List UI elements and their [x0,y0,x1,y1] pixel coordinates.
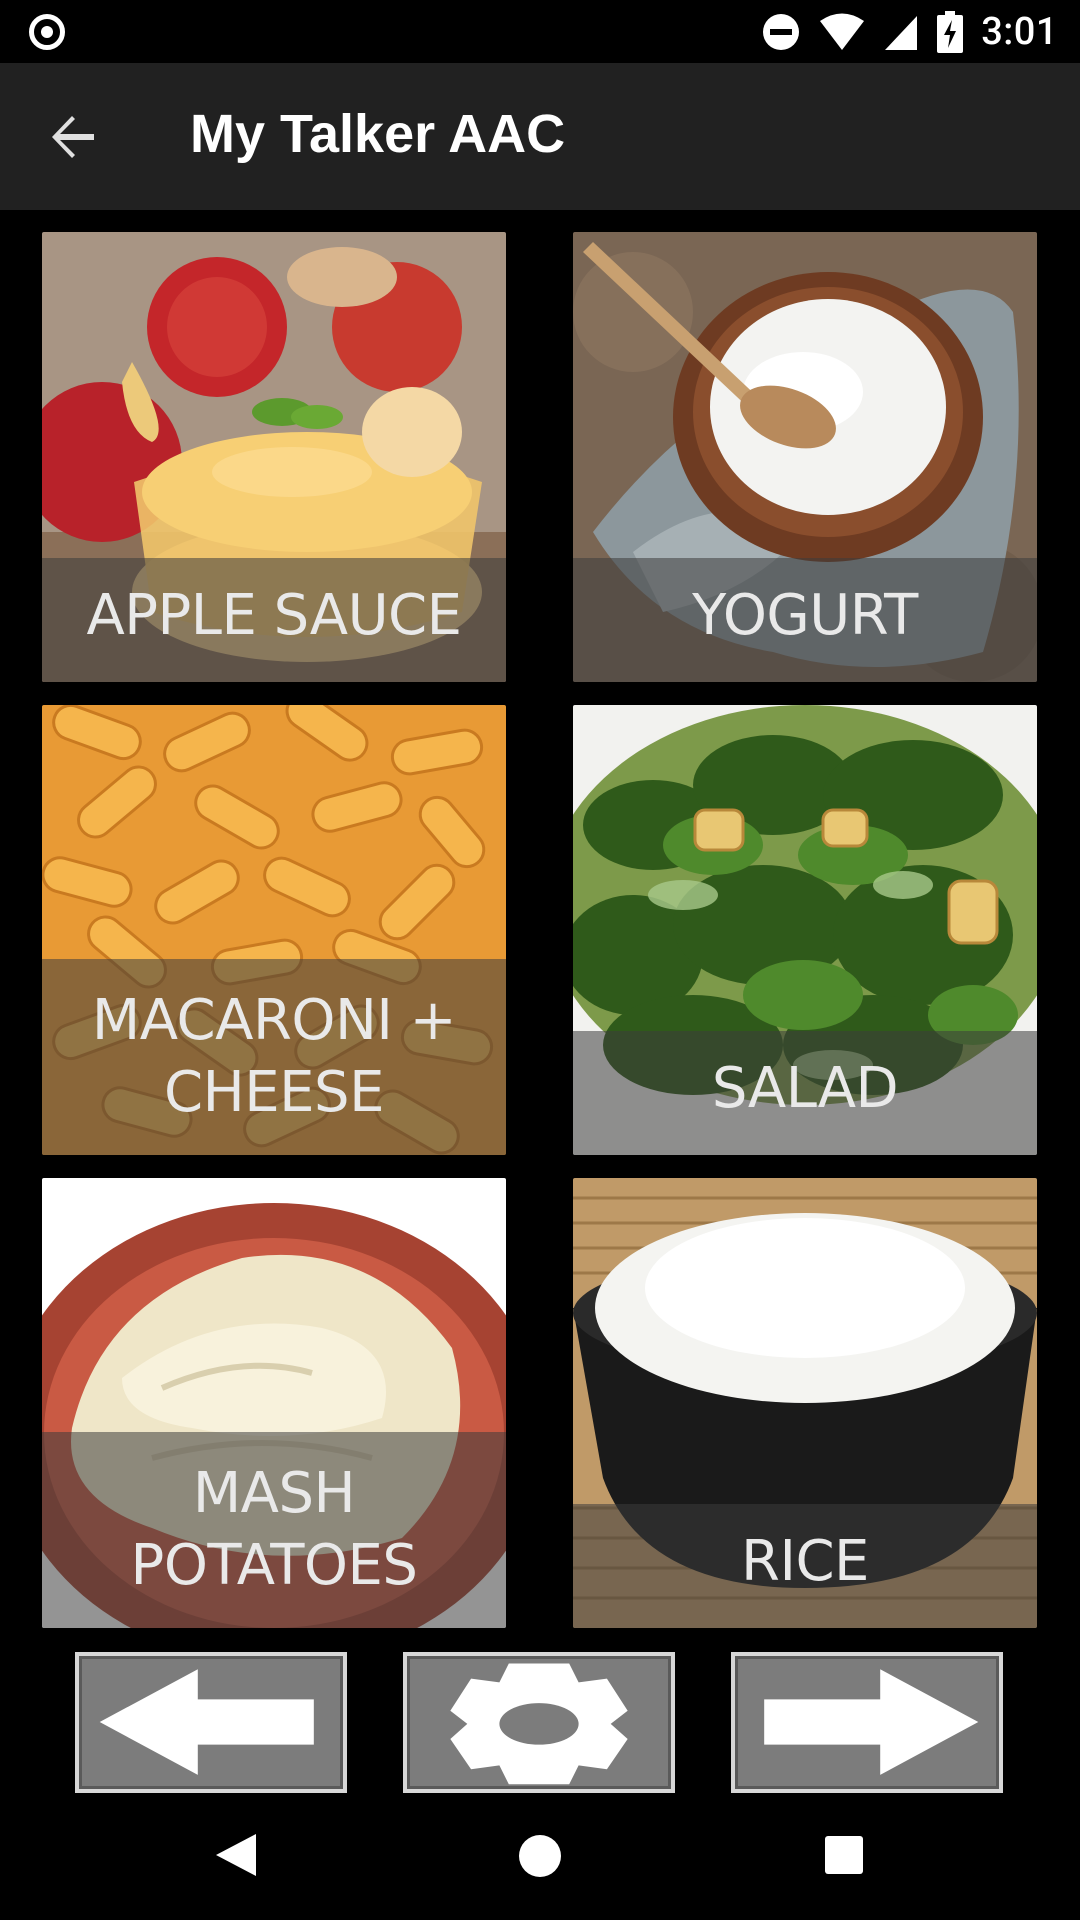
next-page-arrow-icon [764,1669,979,1775]
status-icons: 3:01 [761,8,1058,56]
back-triangle-icon[interactable] [214,1832,258,1878]
status-bar: 3:01 [0,0,1080,63]
system-navigation-bar [0,1800,1080,1920]
back-arrow-icon[interactable] [48,112,98,162]
previous-page-button[interactable] [75,1652,347,1793]
wifi-icon [820,13,865,50]
recents-square-icon[interactable] [825,1836,863,1874]
previous-page-arrow-icon [99,1669,314,1775]
record-icon [29,14,65,50]
signal-icon [885,16,918,50]
tile-apple-sauce[interactable]: APPLE SAUCE [42,232,506,682]
tile-salad[interactable]: SALAD [573,705,1037,1155]
tile-mash-potatoes[interactable]: MASH POTATOES [42,1178,506,1628]
tile-label: APPLE SAUCE [86,583,462,648]
tile-label-line-2: POTATOES [130,1533,418,1598]
tile-label: YOGURT [692,583,918,648]
tile-label: SALAD [711,1056,899,1121]
do-not-disturb-icon [763,14,800,50]
status-time: 3:01 [981,10,1058,54]
tile-yogurt[interactable]: YOGURT [573,232,1037,682]
tile-label-line-2: CHEESE [164,1060,384,1125]
tile-label-line-1: MASH [192,1461,356,1526]
app-title: My Talker AAC [190,104,566,164]
tile-label-line-1: MACARONI + [91,988,457,1053]
tile-rice[interactable]: RICE [573,1178,1037,1628]
tile-macaroni-cheese[interactable]: MACARONI + CHEESE [42,705,506,1155]
next-page-button[interactable] [731,1652,1003,1793]
settings-button[interactable] [403,1652,675,1793]
battery-charging-icon [937,11,964,53]
settings-gear-icon [450,1663,628,1785]
app-bar: My Talker AAC [0,63,1080,210]
home-circle-icon[interactable] [518,1834,562,1878]
tile-label: RICE [741,1529,869,1594]
